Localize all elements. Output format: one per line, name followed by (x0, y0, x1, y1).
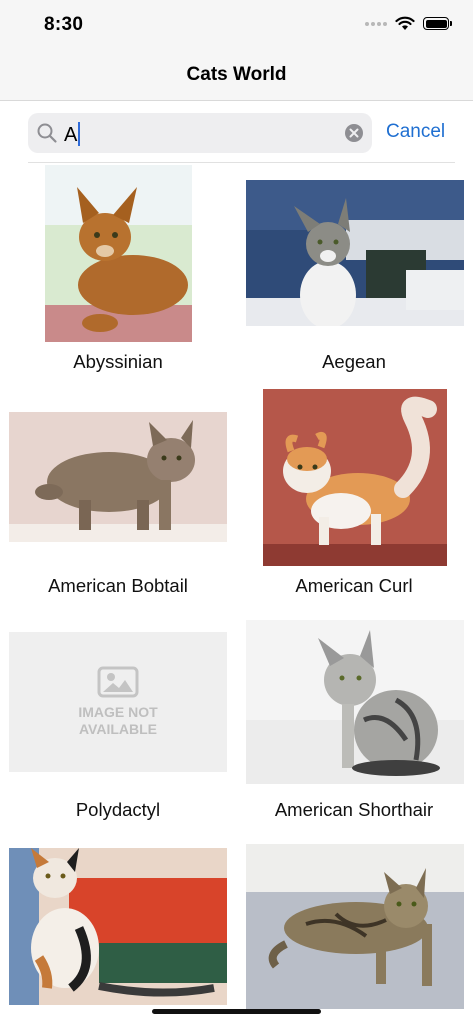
cat-name: Aegean (322, 351, 386, 372)
grid-item[interactable] (236, 835, 472, 1015)
grid-item-american-bobtail[interactable]: American Bobtail (0, 387, 236, 611)
image-not-available-text: IMAGE NOT AVAILABLE (78, 704, 158, 737)
cat-name: American Shorthair (274, 799, 434, 820)
grid-item[interactable] (0, 835, 236, 1015)
search-input[interactable]: A (28, 113, 372, 153)
navigation-bar: Cats World (0, 54, 473, 101)
wifi-icon (395, 16, 415, 30)
cat-photo-aegean (246, 180, 464, 326)
text-caret (78, 122, 81, 146)
grid-item-aegean[interactable]: Aegean (236, 163, 472, 387)
cat-name: Polydactyl (75, 799, 161, 820)
page-title: Cats World (186, 64, 287, 85)
grid-item-polydactyl[interactable]: IMAGE NOT AVAILABLE Polydactyl (0, 611, 236, 835)
battery-icon (423, 17, 452, 30)
cat-photo-abyssinian (45, 165, 192, 342)
cat-photo-american-bobtail (9, 412, 227, 542)
cat-photo-american-shorthair (246, 620, 464, 784)
cat-name: American Curl (295, 575, 413, 596)
home-indicator[interactable] (152, 1009, 321, 1014)
search-icon (37, 123, 57, 143)
cat-photo (246, 844, 464, 1009)
grid-item-abyssinian[interactable]: Abyssinian (0, 163, 236, 387)
image-placeholder: IMAGE NOT AVAILABLE (9, 632, 227, 772)
status-time: 8:30 (44, 14, 84, 35)
search-input-value: A (64, 122, 81, 147)
cancel-button[interactable]: Cancel (386, 121, 445, 143)
cat-photo (9, 848, 227, 1005)
status-bar: 8:30 (0, 0, 473, 54)
status-icons (365, 16, 452, 31)
cellular-signal-icon (365, 21, 387, 26)
search-bar: A Cancel (0, 101, 473, 163)
clear-icon[interactable] (344, 123, 364, 143)
grid-item-american-curl[interactable]: American Curl (236, 387, 472, 611)
cat-photo-american-curl (263, 389, 447, 566)
grid-item-american-shorthair[interactable]: American Shorthair (236, 611, 472, 835)
cat-name: Abyssinian (73, 351, 163, 372)
cat-name: American Bobtail (48, 575, 188, 596)
image-icon (97, 666, 139, 698)
